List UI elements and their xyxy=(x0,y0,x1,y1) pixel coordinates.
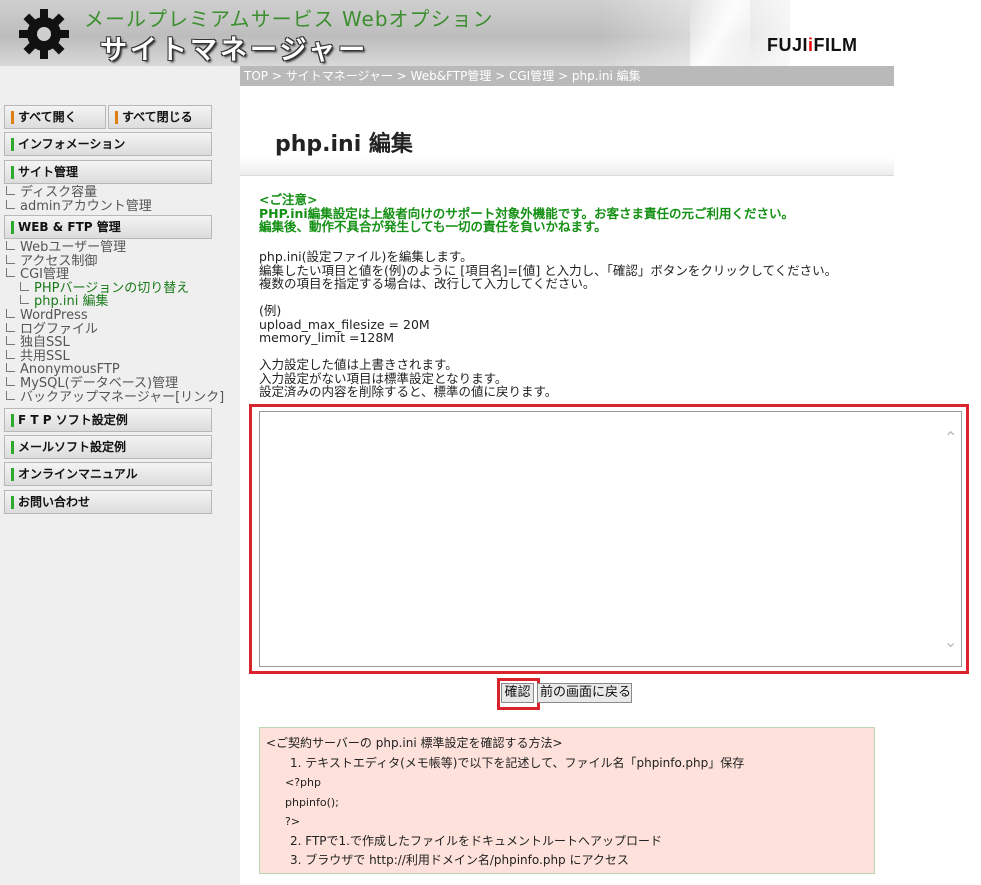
app-title: サイトマネージャー xyxy=(100,35,369,66)
breadcrumb[interactable]: TOP > サイトマネージャー > Web&FTP管理 > CGI管理 > ph… xyxy=(240,66,894,86)
expand-all-button[interactable]: すべて開く xyxy=(4,105,106,129)
tree-item-admin-account[interactable]: adminアカウント管理 xyxy=(6,199,152,214)
tree-branch xyxy=(6,241,15,250)
header-fade xyxy=(600,0,900,66)
notes-text: 入力設定した値は上書きされます。 入力設定がない項目は標準設定となります。 設定… xyxy=(259,357,558,399)
tree-branch xyxy=(6,308,15,318)
fujifilm-logo: FUJIiFILM xyxy=(767,35,858,55)
collapse-all-button[interactable]: すべて閉じる xyxy=(108,105,212,129)
tree-branch xyxy=(6,363,15,373)
help-code-line: phpinfo(); xyxy=(285,795,339,809)
tree-item-own-ssl[interactable]: 独自SSL xyxy=(6,336,224,350)
tree-item-php-ini[interactable]: php.ini 編集 xyxy=(6,295,224,309)
help-code-line: ?> xyxy=(285,815,301,828)
help-step-3: 3. ブラウザで http://利用ドメイン名/phpinfo.php にアクセ… xyxy=(290,853,629,867)
help-code-line: <?php xyxy=(285,776,321,789)
chevron-down-icon[interactable]: ⌄ xyxy=(944,632,957,651)
tree-branch xyxy=(6,376,15,386)
help-step-2: 2. FTPで1.で作成したファイルをドキュメントルートへアップロード xyxy=(290,833,662,848)
tree-branch xyxy=(20,281,29,291)
instructions-text: php.ini(設定ファイル)を編集します。 編集したい項目と値を(例)のように… xyxy=(259,249,838,291)
page-title: php.ini 編集 xyxy=(240,116,894,176)
sidebar-item-ftp-examples[interactable]: F T P ソフト設定例 xyxy=(4,408,212,432)
tree-branch xyxy=(6,254,15,264)
tree-branch xyxy=(6,390,15,400)
phpinfo-help-box: <ご契約サーバーの php.ini 標準設定を確認する方法> 1. テキストエデ… xyxy=(259,727,875,874)
help-title: <ご契約サーバーの php.ini 標準設定を確認する方法> xyxy=(266,736,563,750)
php-ini-editor[interactable] xyxy=(259,411,962,667)
web-ftp-tree: Webユーザー管理 アクセス制御 CGI管理 PHPバージョンの切り替え php… xyxy=(6,241,224,404)
header-banner: メールプレミアムサービス Webオプション サイトマネージャー FUJIiFIL… xyxy=(0,0,981,66)
sidebar-item-contact[interactable]: お問い合わせ xyxy=(4,490,212,514)
tree-item-disk[interactable]: ディスク容量 xyxy=(6,186,152,200)
tree-item-mysql[interactable]: MySQL(データベース)管理 xyxy=(6,377,224,391)
confirm-button[interactable]: 確認 xyxy=(501,683,534,703)
gear-icon xyxy=(19,9,69,59)
tree-branch xyxy=(6,186,15,195)
tree-branch xyxy=(6,199,15,209)
example-text: (例) upload_max_filesize = 20M memory_lim… xyxy=(259,303,430,345)
tree-item-anonymous-ftp[interactable]: AnonymousFTP xyxy=(6,363,224,377)
tree-item-logfile[interactable]: ログファイル xyxy=(6,322,224,337)
tree-item-cgi[interactable]: CGI管理 xyxy=(6,268,224,282)
tree-branch xyxy=(6,349,15,359)
tree-branch xyxy=(6,268,15,278)
tree-branch xyxy=(6,322,15,332)
sidebar-item-web-ftp[interactable]: WEB & FTP 管理 xyxy=(4,215,212,239)
back-button[interactable]: 前の画面に戻る xyxy=(537,683,632,703)
tree-item-shared-ssl[interactable]: 共用SSL xyxy=(6,349,224,364)
sidebar-item-site-admin[interactable]: サイト管理 xyxy=(4,160,212,184)
tree-branch xyxy=(6,336,15,346)
sidebar: すべて開く すべて閉じる インフォメーション サイト管理 ディスク容量 admi… xyxy=(0,66,240,885)
site-admin-tree: ディスク容量 adminアカウント管理 xyxy=(6,186,152,213)
sidebar-item-manual[interactable]: オンラインマニュアル xyxy=(4,462,212,486)
tree-item-backup[interactable]: バックアップマネージャー[リンク] xyxy=(6,390,224,405)
tree-branch xyxy=(20,295,29,305)
caution-notice: <ご注意> PHP.ini編集設定は上級者向けのサポート対象外機能です。お客さま… xyxy=(259,192,794,234)
tree-item-wordpress[interactable]: WordPress xyxy=(6,309,224,323)
tree-item-access-control[interactable]: アクセス制御 xyxy=(6,254,224,269)
help-step-1: 1. テキストエディタ(メモ帳等)で以下を記述して、ファイル名「phpinfo.… xyxy=(290,755,745,770)
sidebar-item-information[interactable]: インフォメーション xyxy=(4,132,212,156)
tree-item-web-users[interactable]: Webユーザー管理 xyxy=(6,241,224,255)
chevron-up-icon[interactable]: ⌃ xyxy=(944,428,957,447)
sidebar-item-mail-examples[interactable]: メールソフト設定例 xyxy=(4,435,212,459)
